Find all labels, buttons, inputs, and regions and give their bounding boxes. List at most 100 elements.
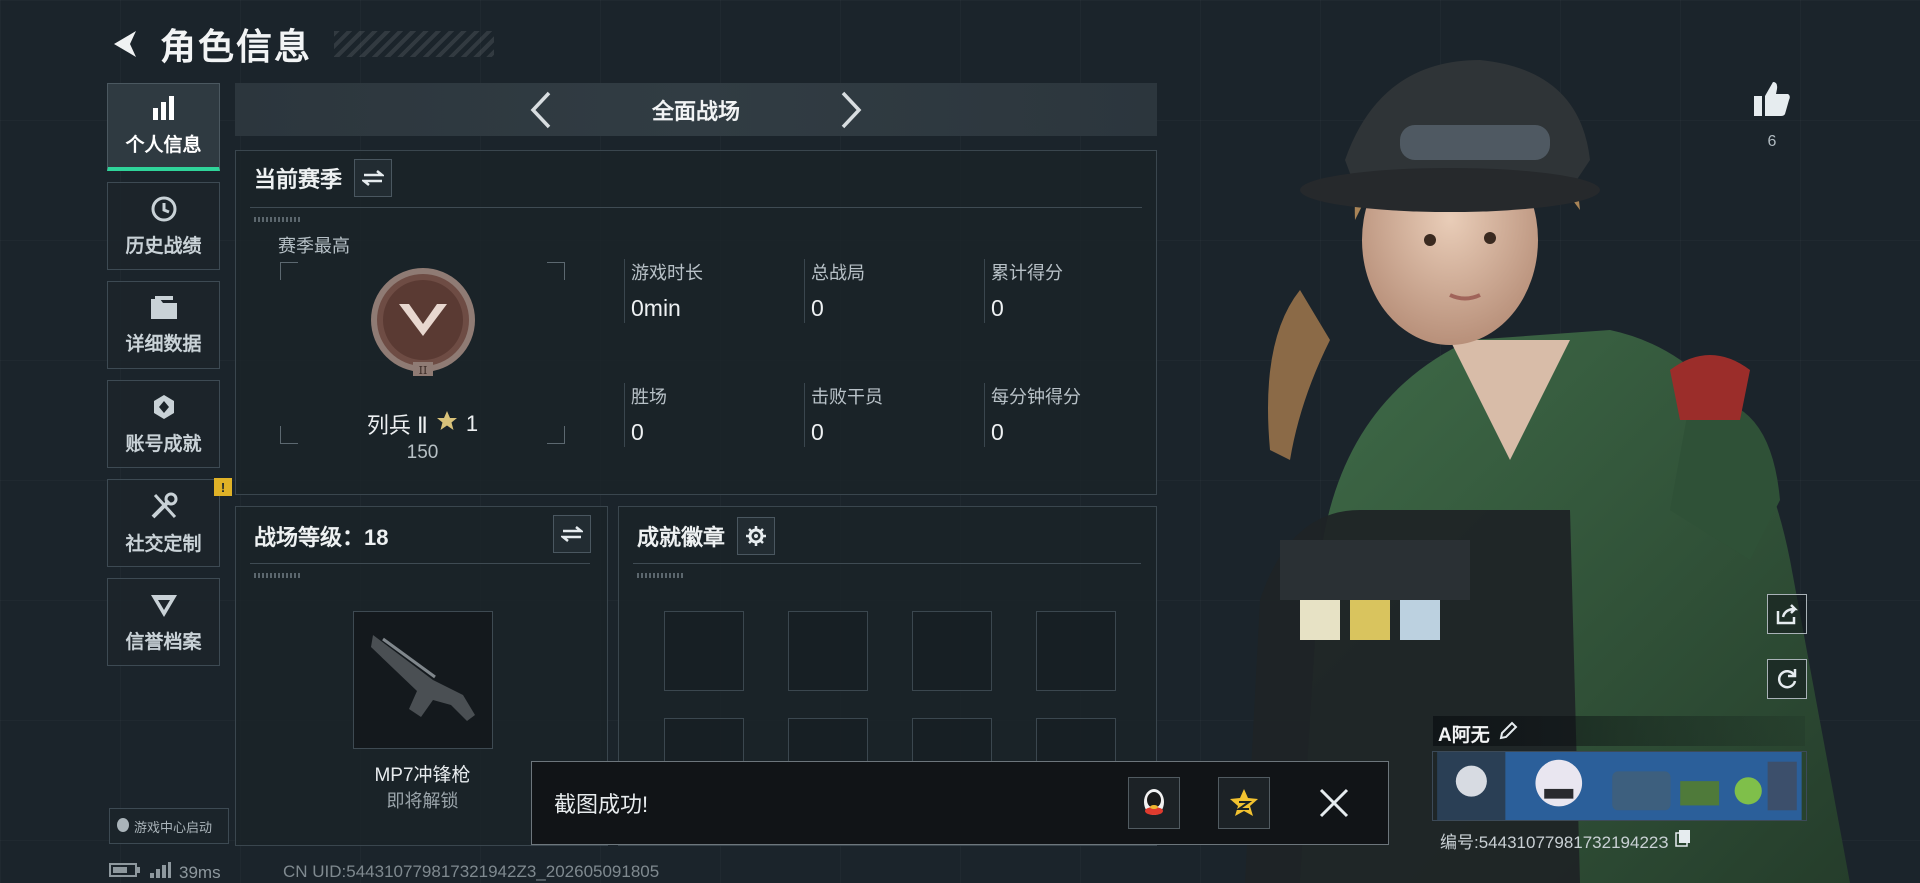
sidebar-item-detailed-data[interactable]: 详细数据 [107, 281, 220, 369]
stat-label: 击败干员 [811, 387, 883, 407]
svg-text:II: II [419, 364, 428, 377]
page-title: 角色信息 [160, 26, 313, 67]
season-switch-button[interactable] [354, 159, 393, 197]
sidebar-item-label: 个人信息 [125, 135, 202, 156]
level-title: 战场等级：18 [254, 525, 389, 550]
divider [633, 563, 1141, 564]
gear-icon [746, 526, 767, 546]
rank-frame: II 列兵 Ⅱ 1 150 [280, 262, 565, 463]
rank-title: 列兵 Ⅱ [366, 413, 428, 438]
level-switch-button[interactable] [553, 515, 591, 553]
stat-label: 游戏时长 [631, 263, 703, 283]
stat-label: 每分钟得分 [991, 387, 1081, 407]
stats-grid: 游戏时长 0min 总战局 0 累计得分 0 胜场 0 击败干员 0 每分钟得分… [624, 259, 1164, 447]
folder-icon [149, 295, 179, 321]
edit-pencil-icon[interactable] [1498, 721, 1518, 747]
season-title: 当前赛季 [254, 167, 343, 192]
badge-slot[interactable] [912, 611, 992, 691]
share-qq-button[interactable] [1128, 777, 1180, 829]
sidebar-item-achievements[interactable]: 账号成就 [107, 380, 220, 468]
sidebar-item-label: 详细数据 [125, 333, 202, 355]
stat-kills: 击败干员 0 [804, 383, 984, 447]
sidebar: 个人信息 历史战绩 详细数据 账号成就 ! 社交定制 信誉档案 [107, 83, 232, 677]
mode-next-button[interactable] [811, 90, 891, 130]
stat-total-score: 累计得分 0 [984, 259, 1164, 323]
stat-value: 0min [631, 295, 681, 321]
stat-value: 0 [811, 295, 824, 321]
like-widget: 6 [1752, 80, 1792, 151]
status-bar: 39ms [109, 862, 221, 883]
profile-banner-image [1432, 751, 1807, 821]
history-icon [150, 195, 178, 223]
badge-header: 成就徽章 [637, 517, 776, 555]
player-name: A阿无 [1438, 725, 1490, 746]
qq-icon [1144, 789, 1164, 815]
tick-decoration [254, 573, 302, 578]
close-icon [1319, 788, 1349, 818]
stat-label: 总战局 [811, 263, 865, 283]
player-id-text: 编号:5443107798173219422З [1440, 833, 1669, 852]
achievement-icon [150, 393, 178, 421]
signal-icon [149, 862, 171, 883]
stat-score-per-minute: 每分钟得分 0 [984, 383, 1164, 447]
share-qzone-button[interactable] [1218, 777, 1270, 829]
weapon-thumbnail[interactable] [353, 611, 493, 749]
player-id: 编号:5443107798173219422З [1440, 828, 1691, 853]
stat-play-time: 游戏时长 0min [624, 259, 804, 323]
badge-slot[interactable] [664, 611, 744, 691]
toast-message: 截图成功! [554, 792, 649, 817]
badge-title: 成就徽章 [637, 525, 726, 550]
qzone-star-icon [1230, 789, 1258, 816]
rank-name: 列兵 Ⅱ 1 [280, 408, 565, 440]
screenshot-toast: 截图成功! [531, 761, 1389, 845]
sidebar-item-label: 账号成就 [125, 433, 202, 455]
thumbs-up-icon[interactable] [1752, 80, 1792, 123]
share-icon [1776, 604, 1799, 625]
sidebar-item-label: 历史战绩 [125, 235, 202, 257]
title-decoration [334, 31, 495, 57]
battery-icon [109, 862, 141, 883]
player-name-row: A阿无 [1438, 720, 1518, 747]
reputation-icon [149, 591, 179, 619]
mode-selector: 全面战场 [235, 83, 1157, 136]
ping-value: 39ms [179, 862, 221, 882]
game-center-label: 游戏中心启动 [134, 819, 213, 835]
close-button[interactable] [1308, 777, 1360, 829]
badge-slot[interactable] [1036, 611, 1116, 691]
tools-icon [149, 491, 179, 521]
sidebar-item-label: 信誉档案 [125, 631, 202, 653]
mode-prev-button[interactable] [501, 90, 581, 130]
stat-total-matches: 总战局 0 [804, 259, 984, 323]
stat-label: 累计得分 [991, 263, 1063, 283]
back-arrow-icon[interactable] [108, 27, 142, 61]
refresh-icon [1777, 669, 1797, 689]
tick-decoration [637, 573, 685, 578]
penguin-icon [116, 817, 130, 836]
rank-medal-icon: II [371, 268, 475, 377]
refresh-button[interactable] [1767, 659, 1807, 699]
rank-stars: 1 [465, 411, 479, 436]
share-button[interactable] [1767, 594, 1807, 634]
sidebar-item-social-custom[interactable]: ! 社交定制 [107, 478, 232, 567]
season-panel: 当前赛季 赛季最高 II 列兵 Ⅱ 1 150 游戏时长 0min 总战局 0 … [235, 150, 1157, 495]
page-header: 角色信息 [108, 18, 495, 70]
uid-line: CN UID:544310779817321942Z3_202605091805 [283, 862, 660, 881]
badge-settings-button[interactable] [737, 517, 776, 555]
stat-value: 0 [811, 419, 824, 445]
divider [250, 207, 1142, 208]
copy-icon[interactable] [1674, 829, 1691, 852]
smg-icon [371, 635, 475, 721]
season-best-label: 赛季最高 [278, 236, 350, 256]
tick-decoration [254, 217, 302, 222]
stat-value: 0 [991, 295, 1004, 321]
game-center-launch-button[interactable]: 游戏中心启动 [109, 808, 229, 844]
sidebar-item-label: 社交定制 [125, 533, 202, 555]
stat-value: 0 [991, 419, 1004, 445]
sidebar-item-history[interactable]: 历史战绩 [107, 182, 220, 270]
star-icon [436, 410, 458, 438]
badge-slot[interactable] [788, 611, 868, 691]
stat-wins: 胜场 0 [624, 383, 804, 447]
divider [250, 563, 590, 564]
sidebar-item-personal-info[interactable]: 个人信息 [107, 83, 220, 171]
sidebar-item-reputation[interactable]: 信誉档案 [107, 578, 220, 666]
